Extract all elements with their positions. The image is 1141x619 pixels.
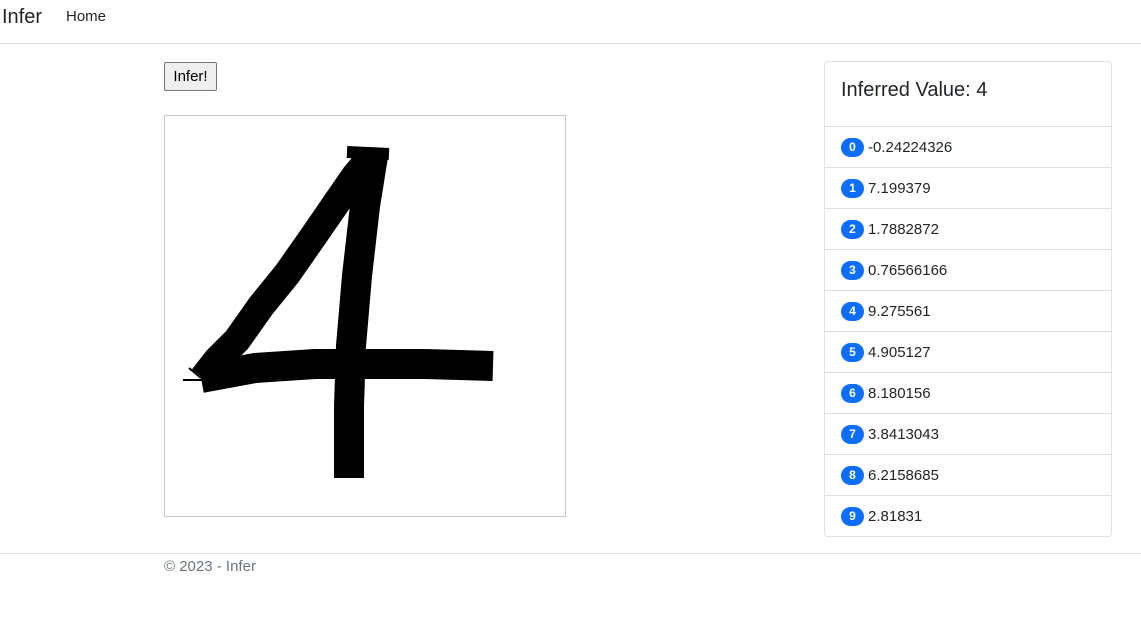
score-value: 1.7882872 — [868, 220, 939, 238]
digit-badge: 1 — [841, 178, 864, 198]
score-value: -0.24224326 — [868, 138, 953, 156]
score-item-5: 5 4.905127 — [825, 332, 1111, 373]
score-value: 0.76566166 — [868, 261, 948, 279]
digit-badge: 8 — [841, 465, 864, 485]
score-value: 2.81831 — [868, 508, 923, 525]
score-item-7: 7 3.8413043 — [825, 414, 1111, 455]
inferred-value-title: Inferred Value: 4 — [825, 62, 1111, 127]
score-value: 9.275561 — [868, 302, 931, 320]
digit-badge: 6 — [841, 383, 864, 403]
drawing-canvas[interactable] — [164, 115, 566, 517]
score-item-0: 0 -0.24224326 — [825, 127, 1111, 168]
footer-copyright: © 2023 - Infer — [164, 558, 256, 575]
brand-link[interactable]: Infer — [2, 6, 42, 29]
digit-badge: 2 — [841, 219, 864, 239]
score-item-2: 2 1.7882872 — [825, 209, 1111, 250]
score-item-1: 1 7.199379 — [825, 168, 1111, 209]
score-value: 3.8413043 — [868, 425, 939, 443]
digit-badge: 0 — [841, 137, 864, 157]
digit-badge: 4 — [841, 301, 864, 321]
score-item-6: 6 8.180156 — [825, 373, 1111, 414]
top-navbar: Infer Home — [0, 0, 1141, 44]
score-value: 6.2158685 — [868, 466, 939, 484]
nav-link-home[interactable]: Home — [66, 8, 106, 25]
page-footer: © 2023 - Infer — [0, 553, 1141, 619]
digit-badge: 7 — [841, 424, 864, 444]
score-value: 4.905127 — [868, 343, 931, 361]
digit-badge: 3 — [841, 260, 864, 280]
score-value: 8.180156 — [868, 384, 931, 402]
score-list: 0 -0.24224326 1 7.199379 2 1.7882872 3 0… — [825, 127, 1111, 537]
score-item-9: 9 2.81831 — [825, 496, 1111, 537]
digit-badge: 5 — [841, 342, 864, 362]
score-item-8: 8 6.2158685 — [825, 455, 1111, 496]
inference-result-card: Inferred Value: 4 0 -0.24224326 1 7.1993… — [824, 61, 1112, 537]
digit-badge: 9 — [841, 507, 864, 526]
infer-button[interactable]: Infer! — [164, 62, 217, 91]
score-item-4: 4 9.275561 — [825, 291, 1111, 332]
score-value: 7.199379 — [868, 179, 931, 197]
score-item-3: 3 0.76566166 — [825, 250, 1111, 291]
handwritten-digit-drawing — [183, 146, 494, 478]
